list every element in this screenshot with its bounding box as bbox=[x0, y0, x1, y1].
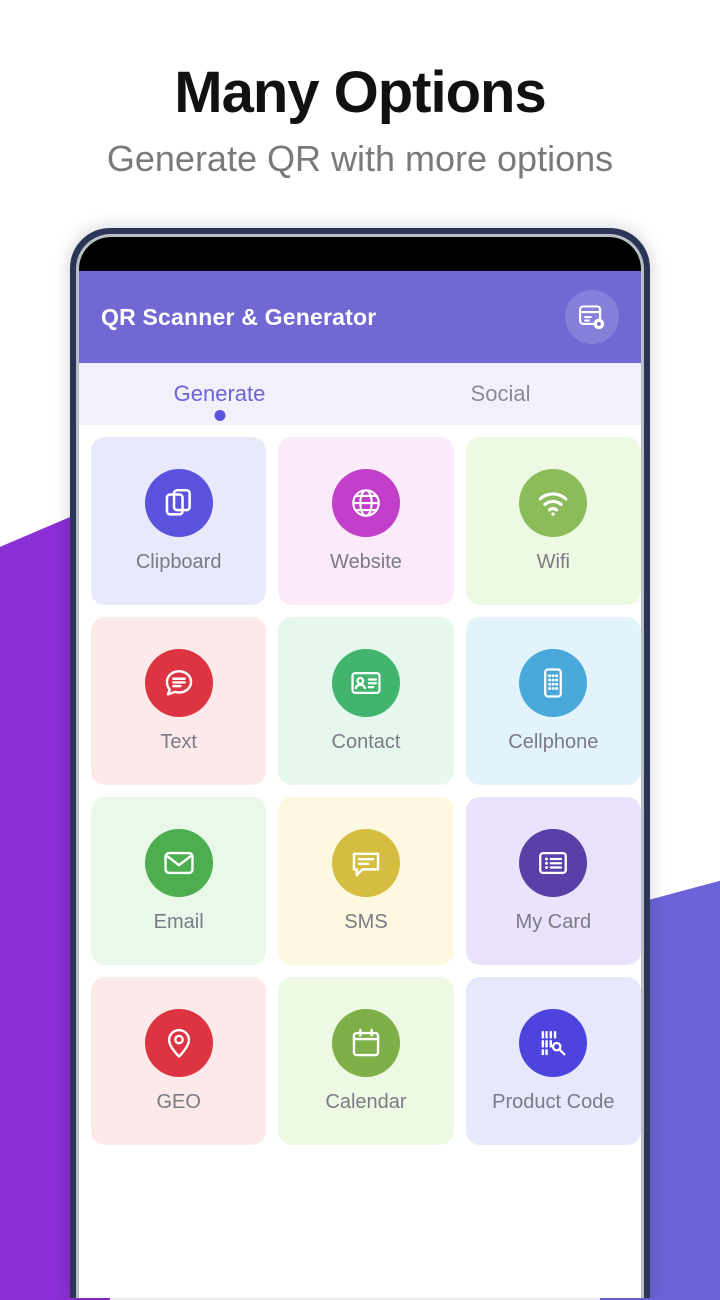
cellphone-icon bbox=[519, 649, 588, 717]
tab-generate-label: Generate bbox=[173, 381, 266, 406]
grid-item-label: Calendar bbox=[325, 1091, 407, 1113]
grid-item-label: Cellphone bbox=[508, 731, 599, 753]
grid-item-website[interactable]: Website bbox=[278, 437, 454, 605]
chat-bubble-icon bbox=[144, 649, 213, 717]
grid-item-my-card[interactable]: My Card bbox=[465, 797, 641, 965]
grid-item-sms[interactable]: SMS bbox=[278, 797, 454, 965]
tab-generate[interactable]: Generate bbox=[79, 381, 360, 421]
grid-item-label: Text bbox=[160, 731, 197, 753]
grid-item-label: Email bbox=[153, 911, 204, 933]
grid-item-label: SMS bbox=[344, 911, 388, 933]
grid-item-calendar[interactable]: Calendar bbox=[278, 977, 454, 1145]
envelope-icon bbox=[144, 829, 213, 897]
grid-item-label: My Card bbox=[515, 911, 592, 933]
grid-item-label: GEO bbox=[156, 1091, 201, 1113]
grid-item-label: Website bbox=[330, 551, 402, 573]
contact-card-icon bbox=[331, 649, 400, 717]
calendar-icon bbox=[331, 1009, 400, 1077]
grid-item-label: Wifi bbox=[536, 551, 570, 573]
sms-message-icon bbox=[331, 829, 400, 897]
tab-active-indicator-dot bbox=[214, 410, 225, 421]
phone-mockup: QR Scanner & Generator Generate Social C… bbox=[70, 228, 650, 1298]
phone-bezel: QR Scanner & Generator Generate Social C… bbox=[76, 234, 644, 1298]
my-card-list-icon bbox=[519, 829, 588, 897]
promo-headings: Many Options Generate QR with more optio… bbox=[0, 60, 720, 180]
grid-item-geo[interactable]: GEO bbox=[91, 977, 267, 1145]
barcode-scan-icon bbox=[519, 1009, 588, 1077]
grid-item-cellphone[interactable]: Cellphone bbox=[465, 617, 641, 785]
tab-bar: Generate Social bbox=[79, 363, 641, 425]
globe-icon bbox=[331, 469, 400, 537]
tab-social[interactable]: Social bbox=[360, 381, 641, 407]
tab-social-label: Social bbox=[470, 381, 531, 406]
grid-item-label: Clipboard bbox=[135, 551, 222, 573]
phone-screen: QR Scanner & Generator Generate Social C… bbox=[79, 237, 641, 1298]
app-bar: QR Scanner & Generator bbox=[79, 271, 641, 363]
grid-item-email[interactable]: Email bbox=[91, 797, 267, 965]
wifi-icon bbox=[519, 469, 588, 537]
grid-item-wifi[interactable]: Wifi bbox=[465, 437, 641, 605]
promo-title: Many Options bbox=[174, 60, 546, 125]
grid-item-product-code[interactable]: Product Code bbox=[465, 977, 641, 1145]
grid-item-label: Product Code bbox=[492, 1091, 615, 1113]
grid-item-clipboard[interactable]: Clipboard bbox=[91, 437, 267, 605]
grid-item-label: Contact bbox=[331, 731, 401, 753]
map-pin-icon bbox=[144, 1009, 213, 1077]
card-settings-icon[interactable] bbox=[565, 290, 619, 344]
status-bar bbox=[79, 237, 641, 271]
app-title: QR Scanner & Generator bbox=[101, 303, 377, 330]
clipboard-copy-icon bbox=[144, 469, 213, 537]
grid-item-contact[interactable]: Contact bbox=[278, 617, 454, 785]
generate-options-grid: Clipboard Website Wifi Text Contact Cell… bbox=[79, 425, 641, 1145]
promo-subtitle: Generate QR with more options bbox=[106, 137, 614, 179]
grid-item-text[interactable]: Text bbox=[91, 617, 267, 785]
